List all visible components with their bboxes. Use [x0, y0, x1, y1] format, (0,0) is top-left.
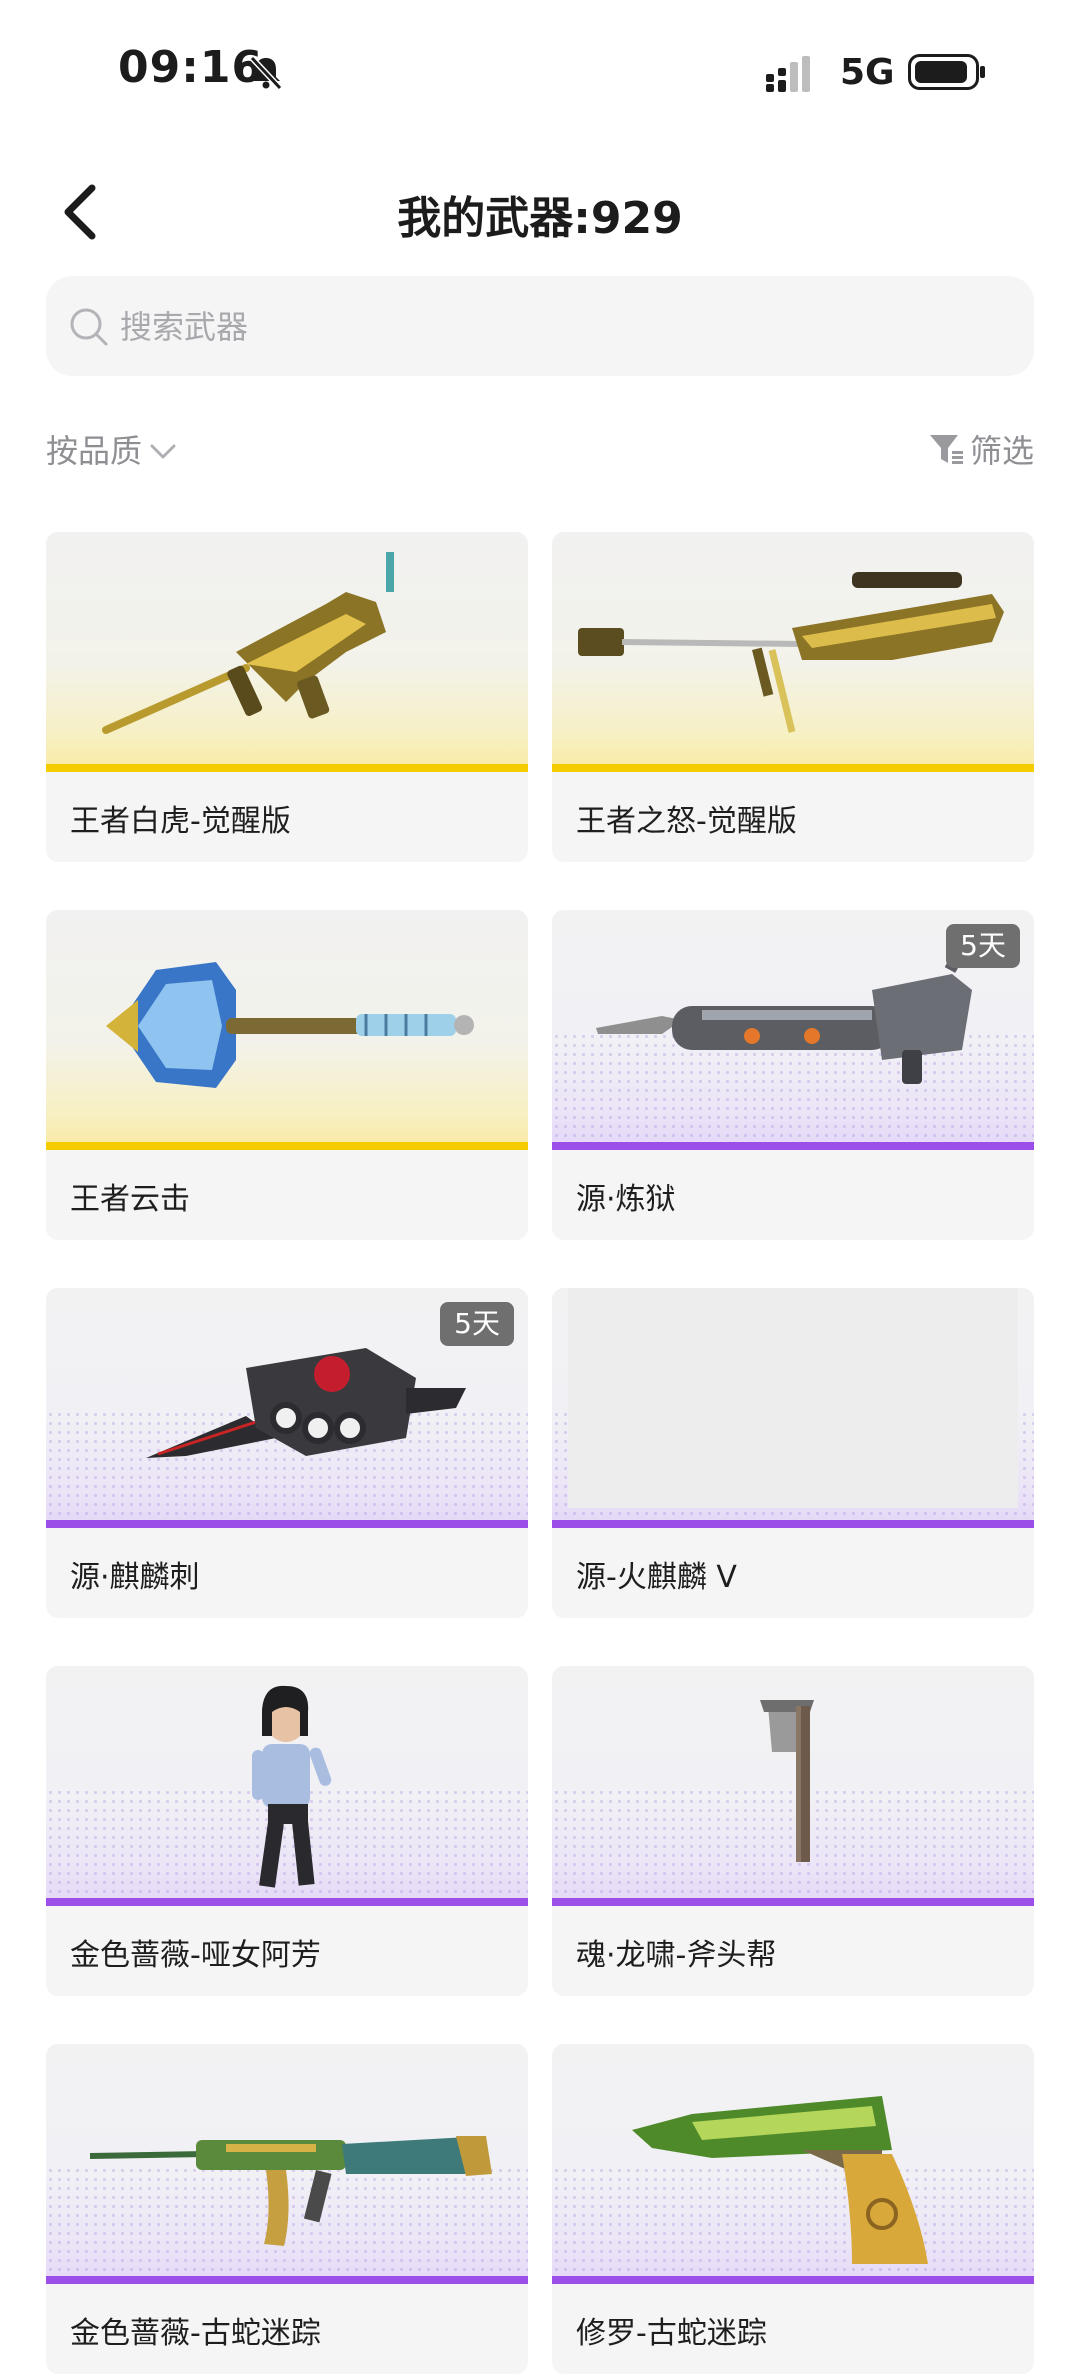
weapon-card[interactable]: 源-火麒麟 V: [552, 1288, 1034, 1618]
weapon-name: 王者云击: [70, 1182, 190, 1217]
assault-rifle-icon: [89, 2136, 492, 2246]
weapon-name: 源·炼狱: [576, 1182, 676, 1217]
search-bar[interactable]: [46, 276, 1034, 378]
weapon-image: [552, 532, 1034, 772]
rarity-bar: [552, 1142, 1034, 1150]
weapon-name: 金色蔷薇-古蛇迷踪: [70, 2316, 321, 2351]
axe-icon: [106, 962, 474, 1088]
rarity-bar: [46, 2276, 528, 2284]
search-input[interactable]: [118, 276, 1002, 378]
character-icon: [252, 1685, 332, 1888]
network-label: 5G: [840, 52, 895, 93]
weapon-image: [552, 1288, 1034, 1528]
empty-image: [568, 1288, 1018, 1508]
rarity-bar: [46, 1898, 528, 1906]
weapon-card[interactable]: 王者之怒-觉醒版: [552, 532, 1034, 862]
weapon-name: 金色蔷薇-哑女阿芳: [70, 1938, 321, 1973]
weapon-card[interactable]: 修罗-古蛇迷踪: [552, 2044, 1034, 2374]
weapon-name: 源·麒麟刺: [70, 1560, 200, 1595]
rarity-bar: [552, 1898, 1034, 1906]
duration-badge: 5天: [440, 1302, 514, 1346]
filter-label: 筛选: [969, 432, 1034, 470]
rarity-bar: [46, 764, 528, 772]
battery-icon: [908, 54, 985, 90]
weapon-image: [552, 2044, 1034, 2284]
weapon-image: [46, 2044, 528, 2284]
weapon-card[interactable]: 5天 源·麒麟刺: [46, 1288, 528, 1618]
weapon-image: [46, 1666, 528, 1906]
chevron-down-icon: [150, 444, 176, 459]
rifle-icon: [102, 552, 394, 734]
weapon-card[interactable]: 金色蔷薇-哑女阿芳: [46, 1666, 528, 1996]
weapon-name: 王者白虎-觉醒版: [70, 804, 291, 839]
status-time: 09:16: [118, 42, 264, 93]
weapon-grid: 王者白虎-觉醒版 王者之怒-觉醒版 王者云击 5天 源·炼狱 5天 源·麒麟刺 …: [46, 532, 1034, 2374]
silent-bell-icon: [249, 55, 283, 91]
hatchet-icon: [760, 1700, 814, 1862]
rarity-bar: [552, 2276, 1034, 2284]
filter-icon: [929, 435, 963, 464]
sniper-icon: [578, 572, 1004, 733]
weapon-image: [46, 532, 528, 772]
rarity-bar: [552, 764, 1034, 772]
weapon-name: 王者之怒-觉醒版: [576, 804, 797, 839]
sort-dropdown[interactable]: 按品质: [46, 424, 178, 474]
weapon-name: 源-火麒麟 V: [576, 1560, 737, 1595]
weapon-card[interactable]: 王者云击: [46, 910, 528, 1240]
weapon-card[interactable]: 王者白虎-觉醒版: [46, 532, 528, 862]
duration-badge: 5天: [946, 924, 1020, 968]
weapon-card[interactable]: 5天 源·炼狱: [552, 910, 1034, 1240]
rarity-bar: [46, 1142, 528, 1150]
search-icon: [70, 308, 108, 346]
rarity-bar: [552, 1520, 1034, 1528]
status-bar: 09:16 5G: [0, 0, 1080, 150]
rarity-bar: [46, 1520, 528, 1528]
filter-button[interactable]: 筛选: [928, 424, 1034, 474]
weapon-name: 魂·龙啸-斧头帮: [576, 1938, 777, 1973]
page-title: 我的武器:929: [397, 193, 683, 244]
weapon-card[interactable]: 魂·龙啸-斧头帮: [552, 1666, 1034, 1996]
weapon-name: 修罗-古蛇迷踪: [576, 2316, 767, 2351]
weapon-image: [552, 1666, 1034, 1906]
pistol-icon: [632, 2096, 928, 2264]
signal-icon: [766, 56, 810, 92]
weapon-image: [46, 910, 528, 1150]
weapon-card[interactable]: 金色蔷薇-古蛇迷踪: [46, 2044, 528, 2374]
sort-label: 按品质: [46, 432, 143, 470]
